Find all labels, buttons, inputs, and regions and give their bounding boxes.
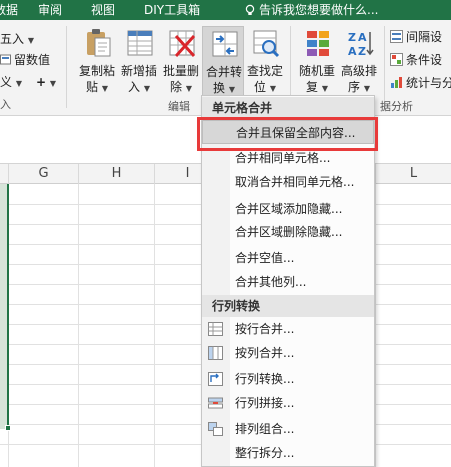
menu-section-row-col-convert: 行列转换: [202, 295, 374, 317]
menu-item-merge-other-columns[interactable]: 合并其他列...: [202, 270, 374, 294]
batch-delete-button[interactable]: 批量删 除 ▼: [160, 26, 202, 96]
plus-icon: +: [36, 75, 47, 89]
column-header-h[interactable]: H: [78, 164, 154, 184]
column-header-l[interactable]: L: [375, 164, 451, 184]
delete-grid-icon: [169, 30, 196, 58]
random-color-blocks-icon: [307, 31, 329, 56]
interval-setting-command[interactable]: 间隔设: [390, 28, 442, 46]
menu-item-merge-by-column[interactable]: 按列合并...: [202, 341, 374, 365]
clipboard-icon: [87, 29, 111, 57]
menu-item-merge-delete-hidden[interactable]: 合并区域删除隐藏...: [202, 220, 374, 244]
condition-setting-command[interactable]: 条件设: [390, 51, 442, 69]
find-locate-button[interactable]: 查找定 位 ▼: [244, 26, 286, 96]
svg-text:Z: Z: [358, 45, 366, 58]
statistics-command[interactable]: 统计与分: [390, 74, 451, 92]
tell-me-text: 告诉我您想要做什么...: [259, 3, 379, 17]
menu-item-row-col-convert[interactable]: 行列转换...: [202, 367, 374, 391]
highlight-box: [197, 117, 378, 151]
transpose-icon: [208, 372, 223, 386]
permutation-icon: [208, 422, 223, 436]
advanced-sort-label: 高级排: [340, 64, 377, 78]
menu-item-unmerge-same-cells[interactable]: 取消合并相同单元格...: [202, 170, 374, 194]
selected-range[interactable]: [0, 184, 9, 429]
tab-data[interactable]: 数据: [0, 0, 18, 20]
condition-icon: [390, 53, 403, 66]
ribbon-tab-bar: 数据 审阅 视图 DIY工具箱 告诉我您想要做什么...: [0, 0, 451, 20]
find-locate-label-2: 位 ▼: [254, 80, 276, 94]
menu-item-merge-add-hidden[interactable]: 合并区域添加隐藏...: [202, 197, 374, 221]
menu-item-merge-empty[interactable]: 合并空值...: [202, 246, 374, 270]
row-merge-icon: [208, 322, 223, 336]
menu-item-row-col-join[interactable]: 行列拼接...: [202, 391, 374, 415]
custom-command[interactable]: 义 ▼ + ▼: [0, 73, 56, 91]
svg-text:Z: Z: [348, 31, 356, 44]
round-command[interactable]: 五入 ▼: [0, 30, 34, 48]
advanced-sort-button[interactable]: Z A A Z 高级排 序 ▼: [338, 26, 380, 96]
advanced-sort-label-2: 序 ▼: [348, 80, 370, 94]
insert-rows-icon: [127, 30, 153, 56]
insert-new-button[interactable]: 新增插 入 ▼: [118, 26, 160, 96]
column-merge-icon: [208, 346, 223, 360]
lightbulb-icon: [245, 4, 255, 15]
random-repeat-button[interactable]: 随机重 复 ▼: [296, 26, 338, 96]
interval-icon: [390, 30, 403, 43]
svg-text:A: A: [348, 45, 357, 58]
keep-value-command[interactable]: 留数值: [0, 51, 50, 69]
menu-section-cell-merge: 单元格合并: [202, 97, 374, 119]
copy-paste-button[interactable]: 复制粘 贴 ▼: [76, 26, 118, 96]
merge-cells-icon: [212, 31, 238, 57]
column-header-g[interactable]: G: [8, 164, 78, 184]
statistics-icon: [391, 77, 402, 88]
group-label-edit: 编辑: [168, 100, 190, 113]
sort-az-icon: Z A A Z: [348, 31, 374, 58]
left-group-label: 入: [0, 98, 11, 111]
fill-handle[interactable]: [5, 425, 11, 431]
tell-me-search[interactable]: 告诉我您想要做什么...: [244, 0, 378, 20]
menu-item-permutation[interactable]: 排列组合...: [202, 417, 374, 441]
menu-item-split-rows[interactable]: 整行拆分...: [202, 441, 374, 465]
find-locate-label: 查找定: [246, 64, 283, 78]
join-icon: [208, 397, 223, 409]
group-label-analysis: 据分析: [380, 100, 413, 113]
ribbon-separator: [66, 26, 67, 108]
keep-value-icon: [0, 54, 11, 65]
find-magnifier-icon: [253, 30, 280, 58]
menu-item-merge-by-row[interactable]: 按行合并...: [202, 317, 374, 341]
merge-convert-button[interactable]: 合并转 换 ▼: [202, 26, 244, 96]
tab-diy-toolbox[interactable]: DIY工具箱: [144, 0, 200, 20]
svg-text:A: A: [358, 31, 367, 44]
tab-review[interactable]: 审阅: [38, 0, 62, 20]
tab-view[interactable]: 视图: [91, 0, 115, 20]
ribbon-separator-3: [384, 26, 385, 108]
